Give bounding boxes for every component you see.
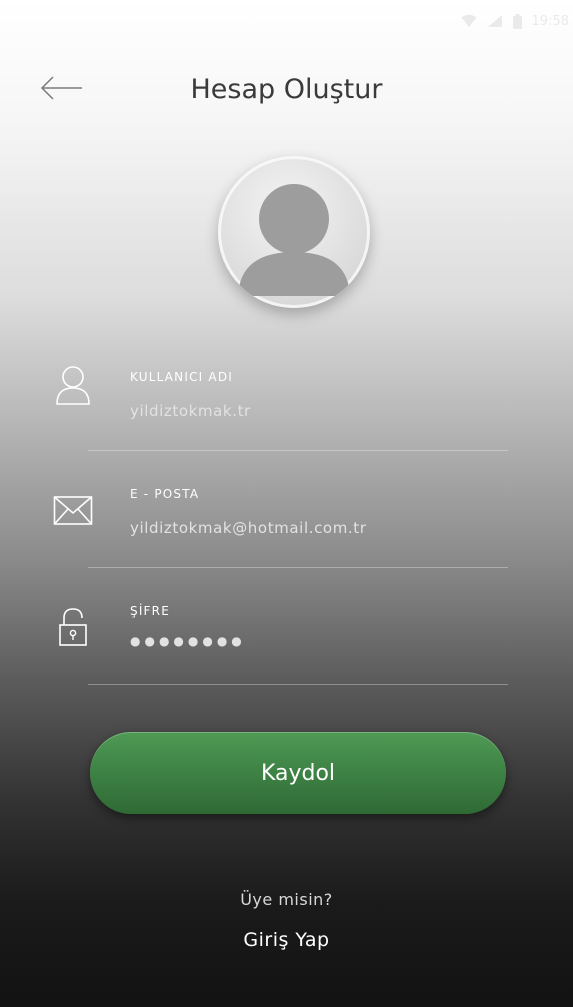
email-label: E - POSTA [130, 487, 200, 501]
password-label: ŞİFRE [130, 604, 170, 618]
user-placeholder-icon [218, 184, 370, 308]
username-divider [88, 450, 508, 451]
page-title: Hesap Oluştur [190, 74, 383, 105]
user-icon [50, 362, 96, 408]
password-input[interactable]: ●●●●●●●● [130, 634, 246, 648]
email-input[interactable]: yildiztokmak@hotmail.com.tr [130, 519, 367, 537]
status-bar: 19:58 [461, 8, 573, 34]
username-field[interactable]: KULLANICI ADI yildiztokmak.tr [0, 350, 573, 460]
username-label: KULLANICI ADI [130, 370, 234, 384]
email-field[interactable]: E - POSTA yildiztokmak@hotmail.com.tr [0, 467, 573, 577]
signal-icon [487, 14, 503, 28]
username-input[interactable]: yildiztokmak.tr [130, 402, 251, 420]
email-divider [88, 567, 508, 568]
register-button[interactable]: Kaydol [90, 732, 506, 814]
envelope-icon [50, 488, 96, 534]
password-field[interactable]: ŞİFRE ●●●●●●●● [0, 584, 573, 694]
battery-icon [512, 13, 522, 29]
padlock-icon [50, 604, 96, 650]
status-time: 19:58 [531, 13, 569, 29]
login-link[interactable]: Giriş Yap [0, 929, 573, 951]
register-screen: 19:58 Hesap Oluştur KULLANICI ADI yildiz… [0, 0, 573, 1007]
member-question: Üye misin? [240, 890, 333, 909]
avatar[interactable] [218, 156, 370, 308]
wifi-icon [461, 14, 477, 28]
password-divider [88, 684, 508, 685]
